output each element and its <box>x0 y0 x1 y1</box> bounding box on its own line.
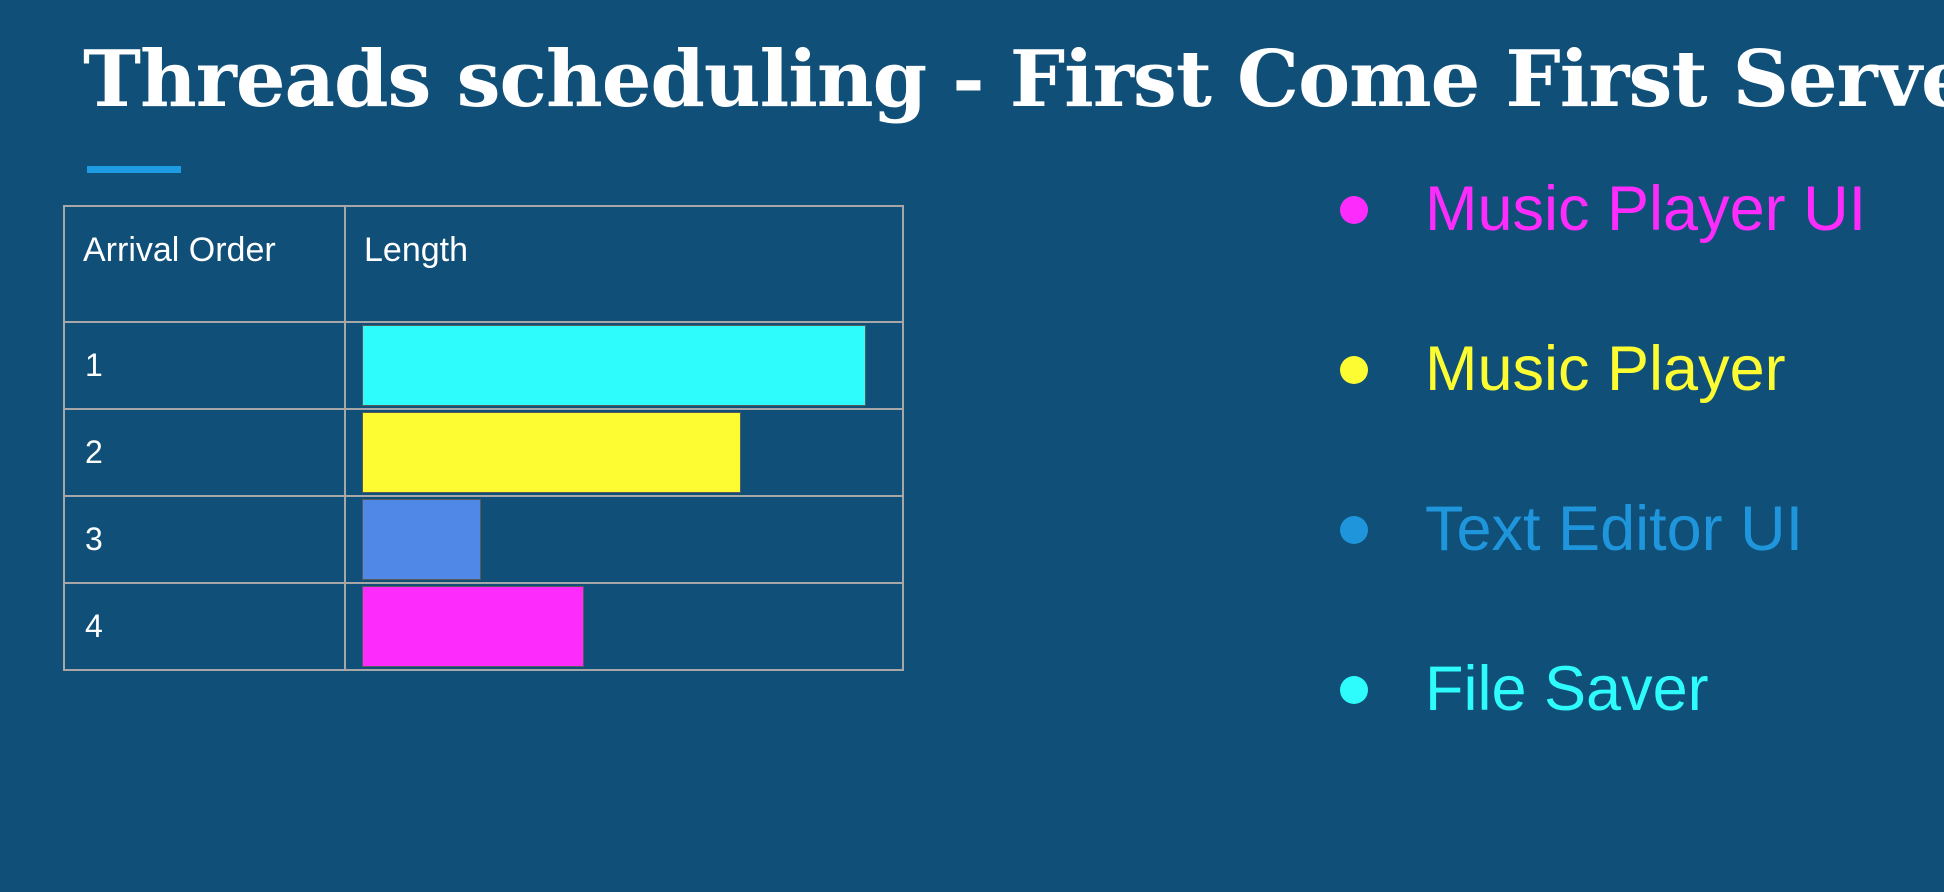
legend-label: Text Editor UI <box>1425 494 1804 564</box>
legend-label: File Saver <box>1425 654 1709 724</box>
legend-label: Music Player UI <box>1425 174 1867 244</box>
legend-label: Music Player <box>1425 334 1786 404</box>
length-bar <box>362 586 584 667</box>
length-bar <box>362 325 866 406</box>
table-row: 1 <box>63 321 904 410</box>
bullet-dot-icon <box>1340 516 1368 544</box>
arrival-order-cell: 2 <box>63 408 346 497</box>
table-row: 3 <box>63 495 904 584</box>
arrival-order-table: Arrival Order Length 1 2 3 4 <box>63 205 904 671</box>
title-underline <box>87 166 181 173</box>
length-cell <box>344 321 904 410</box>
header-arrival-order: Arrival Order <box>63 205 346 323</box>
table-header-row: Arrival Order Length <box>63 205 904 323</box>
length-cell <box>344 408 904 497</box>
table-row: 4 <box>63 582 904 671</box>
bullet-dot-icon <box>1340 196 1368 224</box>
slide-title: Threads scheduling - First Come First Se… <box>83 34 1944 125</box>
arrival-order-cell: 4 <box>63 582 346 671</box>
arrival-order-cell: 1 <box>63 321 346 410</box>
table-row: 2 <box>63 408 904 497</box>
arrival-order-cell: 3 <box>63 495 346 584</box>
length-cell <box>344 582 904 671</box>
length-bar <box>362 412 741 493</box>
length-bar <box>362 499 481 580</box>
length-cell <box>344 495 904 584</box>
header-length: Length <box>344 205 904 323</box>
bullet-dot-icon <box>1340 676 1368 704</box>
bullet-dot-icon <box>1340 356 1368 384</box>
